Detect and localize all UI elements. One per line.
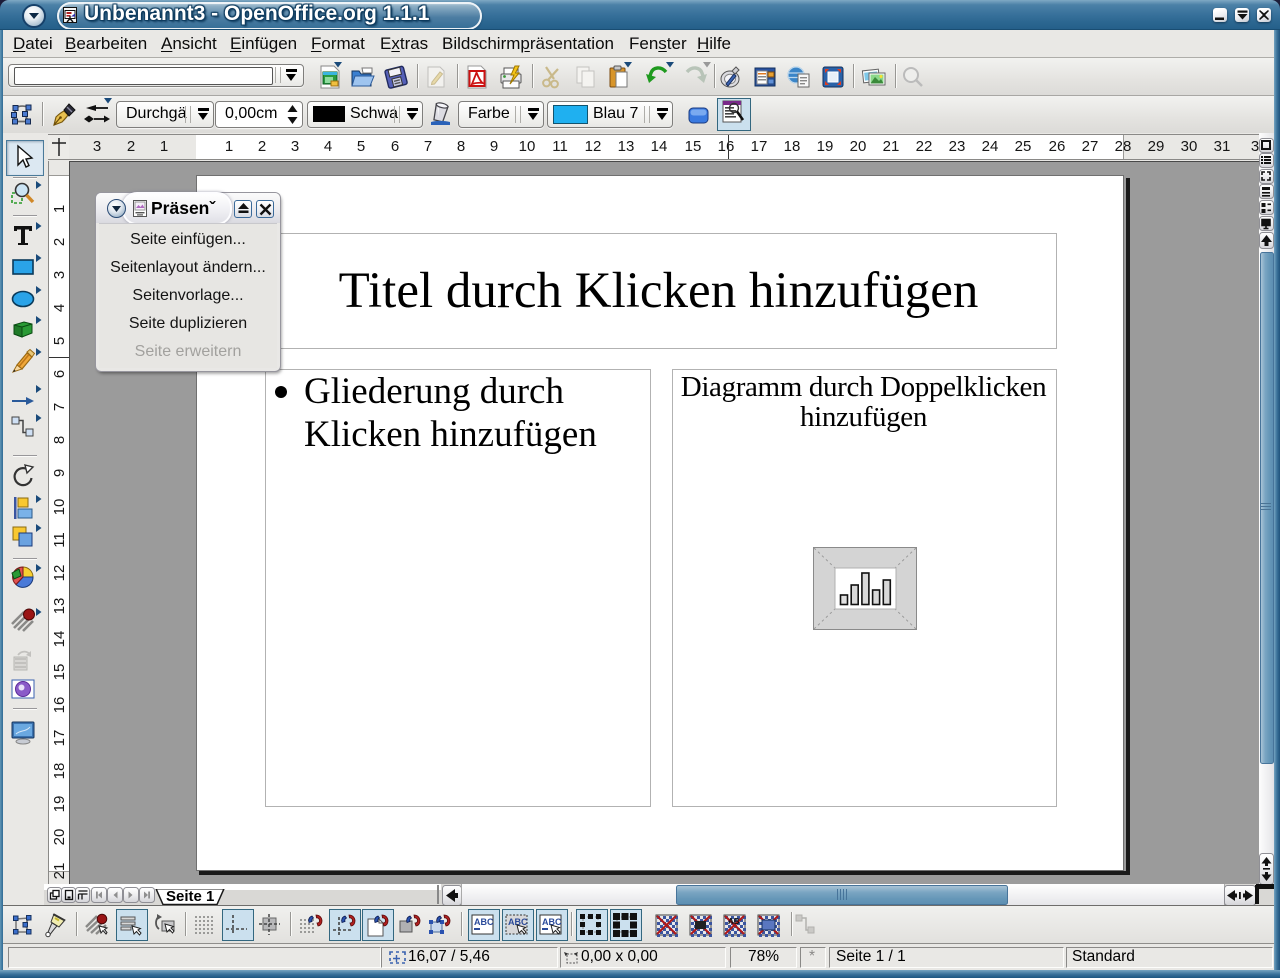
svg-text:ABC: ABC xyxy=(474,917,494,927)
svg-text:AB: AB xyxy=(728,917,740,926)
